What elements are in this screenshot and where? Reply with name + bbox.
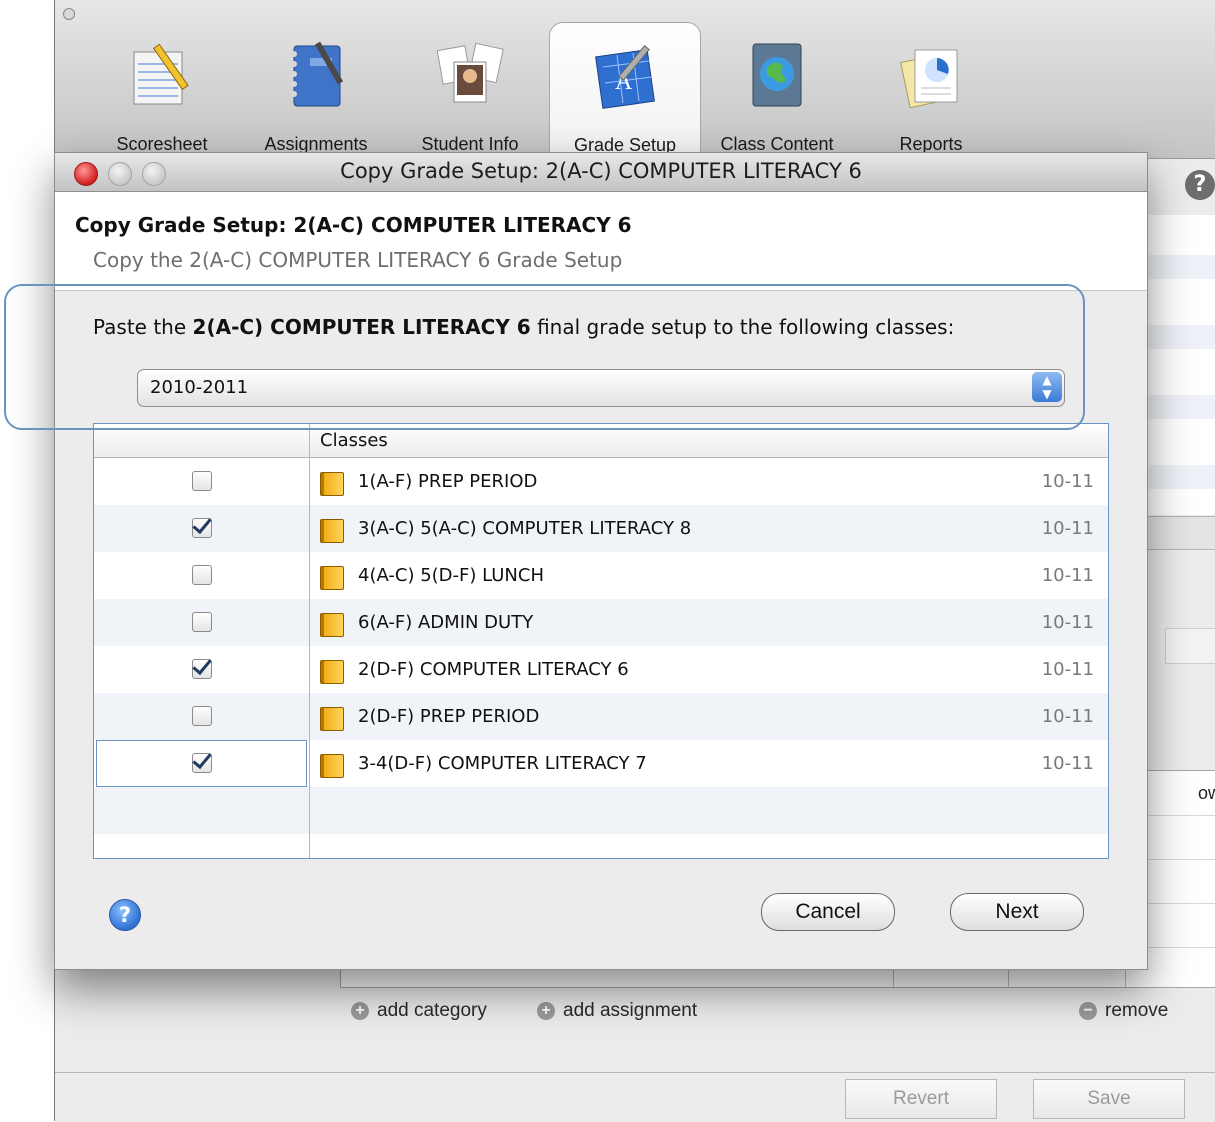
plus-circle-icon: + bbox=[537, 1002, 555, 1020]
split-view-divider[interactable] bbox=[1140, 516, 1215, 550]
dialog-heading: Copy Grade Setup: 2(A-C) COMPUTER LITERA… bbox=[75, 213, 632, 237]
class-name: 2(D-F) PREP PERIOD bbox=[358, 706, 540, 727]
help-icon[interactable]: ? bbox=[109, 899, 141, 931]
class-row[interactable]: 3-4(D-F) COMPUTER LITERACY 7 10-11 bbox=[94, 740, 1108, 787]
checkbox-cell bbox=[96, 552, 307, 599]
add-category-button[interactable]: + add category bbox=[351, 1000, 487, 1022]
column-divider bbox=[309, 424, 310, 858]
school-year-value: 2010-2011 bbox=[150, 377, 249, 398]
class-name: 1(A-F) PREP PERIOD bbox=[358, 471, 538, 492]
class-checkbox[interactable] bbox=[192, 518, 212, 538]
class-row[interactable]: 3(A-C) 5(A-C) COMPUTER LITERACY 8 10-11 bbox=[94, 505, 1108, 552]
checkbox-cell bbox=[96, 458, 307, 505]
reports-icon bbox=[897, 38, 965, 110]
grid-column-header: ow bbox=[1198, 783, 1215, 803]
class-term: 10-11 bbox=[1041, 471, 1094, 492]
class-term: 10-11 bbox=[1041, 753, 1094, 774]
class-book-icon bbox=[320, 613, 344, 637]
grade-setup-icon: A bbox=[591, 39, 659, 111]
empty-row bbox=[94, 787, 1108, 834]
checkbox-cell bbox=[96, 505, 307, 552]
main-toolbar: Scoresheet Assignments Student Info A Gr… bbox=[55, 0, 1215, 159]
class-name: 3(A-C) 5(A-C) COMPUTER LITERACY 8 bbox=[358, 518, 692, 539]
add-assignment-button[interactable]: + add assignment bbox=[537, 1000, 697, 1022]
toolbar-item-reports[interactable]: Reports bbox=[856, 22, 1006, 158]
class-book-icon bbox=[320, 754, 344, 778]
class-row[interactable]: 6(A-F) ADMIN DUTY 10-11 bbox=[94, 599, 1108, 646]
class-name: 6(A-F) ADMIN DUTY bbox=[358, 612, 534, 633]
paste-instruction: Paste the 2(A-C) COMPUTER LITERACY 6 fin… bbox=[93, 315, 954, 339]
photos-icon bbox=[436, 38, 504, 110]
class-book-icon bbox=[320, 707, 344, 731]
select-arrows-icon: ▲ ▼ bbox=[1032, 372, 1062, 402]
dialog-header: Copy Grade Setup: 2(A-C) COMPUTER LITERA… bbox=[55, 192, 1147, 291]
scoresheet-icon bbox=[128, 38, 196, 110]
toolbar-item-class-content[interactable]: Class Content bbox=[702, 22, 852, 158]
instruction-prefix: Paste the bbox=[93, 315, 193, 339]
toolbar-item-student-info[interactable]: Student Info bbox=[395, 22, 545, 158]
dialog-titlebar: Copy Grade Setup: 2(A-C) COMPUTER LITERA… bbox=[55, 153, 1147, 192]
class-name: 3-4(D-F) COMPUTER LITERACY 7 bbox=[358, 753, 647, 774]
table-header: Classes bbox=[94, 424, 1108, 458]
class-book-icon bbox=[320, 519, 344, 543]
classes-table: Classes 1(A-F) PREP PERIOD 10-11 3(A-C) 5(… bbox=[93, 423, 1109, 859]
class-row[interactable]: 1(A-F) PREP PERIOD 10-11 bbox=[94, 458, 1108, 505]
next-button[interactable]: Next bbox=[950, 893, 1084, 931]
add-assignment-label: add assignment bbox=[563, 1000, 698, 1021]
revert-button[interactable]: Revert bbox=[845, 1079, 997, 1119]
cancel-button[interactable]: Cancel bbox=[761, 893, 895, 931]
class-checkbox[interactable] bbox=[192, 612, 212, 632]
class-checkbox[interactable] bbox=[192, 753, 212, 773]
class-term: 10-11 bbox=[1041, 706, 1094, 727]
class-book-icon bbox=[320, 660, 344, 684]
class-row[interactable]: 2(D-F) PREP PERIOD 10-11 bbox=[94, 693, 1108, 740]
checkbox-cell bbox=[96, 646, 307, 693]
plus-circle-icon: + bbox=[351, 1002, 369, 1020]
instruction-suffix: final grade setup to the following class… bbox=[530, 315, 955, 339]
window-title: Copy Grade Setup: 2(A-C) COMPUTER LITERA… bbox=[340, 159, 862, 183]
save-button[interactable]: Save bbox=[1033, 1079, 1185, 1119]
copy-grade-setup-dialog: Copy Grade Setup: 2(A-C) COMPUTER LITERA… bbox=[54, 152, 1148, 970]
empty-row bbox=[94, 834, 1108, 858]
minus-circle-icon: − bbox=[1079, 1002, 1097, 1020]
class-term: 10-11 bbox=[1041, 612, 1094, 633]
class-term: 10-11 bbox=[1041, 518, 1094, 539]
class-book-icon bbox=[320, 472, 344, 496]
globe-book-icon bbox=[743, 38, 811, 110]
class-term: 10-11 bbox=[1041, 565, 1094, 586]
class-checkbox[interactable] bbox=[192, 659, 212, 679]
background-field[interactable] bbox=[1165, 628, 1215, 664]
school-year-select[interactable]: 2010-2011 ▲ ▼ bbox=[137, 369, 1065, 407]
remove-button[interactable]: − remove bbox=[1079, 1000, 1168, 1022]
class-checkbox[interactable] bbox=[192, 706, 212, 726]
classes-column-header[interactable]: Classes bbox=[320, 430, 388, 451]
help-icon[interactable]: ? bbox=[1185, 170, 1215, 200]
add-category-label: add category bbox=[377, 1000, 487, 1021]
remove-label: remove bbox=[1105, 1000, 1169, 1021]
toolbar-item-assignments[interactable]: Assignments bbox=[241, 22, 391, 158]
side-panel bbox=[1140, 215, 1215, 515]
class-checkbox[interactable] bbox=[192, 565, 212, 585]
class-book-icon bbox=[320, 566, 344, 590]
class-term: 10-11 bbox=[1041, 659, 1094, 680]
class-name: 4(A-C) 5(D-F) LUNCH bbox=[358, 565, 545, 586]
checkbox-cell bbox=[96, 740, 307, 787]
class-row[interactable]: 2(D-F) COMPUTER LITERACY 6 10-11 bbox=[94, 646, 1108, 693]
toolbar-toggle-button[interactable] bbox=[63, 8, 75, 20]
checkbox-cell bbox=[96, 599, 307, 646]
notebook-icon bbox=[282, 38, 350, 110]
dialog-subheading: Copy the 2(A-C) COMPUTER LITERACY 6 Grad… bbox=[93, 248, 623, 272]
class-name: 2(D-F) COMPUTER LITERACY 6 bbox=[358, 659, 629, 680]
checkbox-cell bbox=[96, 693, 307, 740]
class-row[interactable]: 4(A-C) 5(D-F) LUNCH 10-11 bbox=[94, 552, 1108, 599]
toolbar-item-scoresheet[interactable]: Scoresheet bbox=[87, 22, 237, 158]
toolbar-item-grade-setup[interactable]: A Grade Setup bbox=[549, 22, 701, 159]
class-checkbox[interactable] bbox=[192, 471, 212, 491]
instruction-class-name: 2(A-C) COMPUTER LITERACY 6 bbox=[192, 315, 531, 339]
